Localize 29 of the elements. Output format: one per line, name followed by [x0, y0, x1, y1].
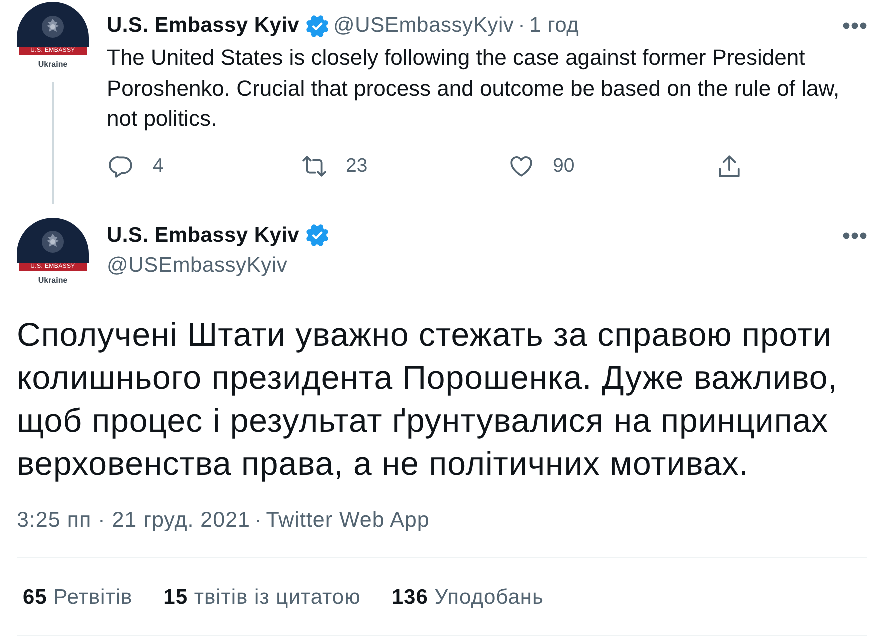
- more-icon: [843, 232, 867, 240]
- tweet-time[interactable]: 1 год: [530, 13, 580, 39]
- separator: ·: [254, 508, 262, 532]
- heart-icon: [509, 154, 534, 179]
- source-link[interactable]: Twitter Web App: [266, 508, 430, 532]
- author-name[interactable]: U.S. Embassy Kyiv: [107, 13, 300, 39]
- stat-link[interactable]: 136 Уподобань: [392, 584, 544, 610]
- seal-icon: [41, 14, 65, 38]
- more-options-button[interactable]: [843, 22, 867, 30]
- more-icon: [843, 22, 867, 30]
- reply-button[interactable]: 4: [107, 152, 164, 182]
- tweet-text: Сполучені Штати уважно стежать за справою проти колишнього президента Порошенка. Дуже важливо, щоб процес і результат ґрунтувалися на принципах верховенства права, а не політичних мотивах.: [17, 314, 839, 484]
- author-handle[interactable]: @USEmbassyKyiv: [107, 252, 334, 278]
- seal-icon: [41, 230, 65, 254]
- tweet-text: The United States is closely following the case against former President Poroshenko. Crucial that process and outcome be based on the rule of law, not politics.: [107, 44, 841, 133]
- retweet-icon: [302, 154, 327, 179]
- reply-icon: [109, 154, 134, 179]
- separator: ·: [518, 13, 526, 39]
- author-handle[interactable]: @USEmbassyKyiv: [334, 13, 514, 39]
- timestamp-link[interactable]: 3:25 пп · 21 груд. 2021: [17, 508, 251, 532]
- share-icon: [717, 154, 742, 179]
- stat-link[interactable]: 15 твітів із цитатою: [164, 584, 361, 610]
- heart-button[interactable]: 90: [507, 152, 575, 182]
- logo-caption: Ukraine: [38, 59, 68, 71]
- stat-link[interactable]: 65 Ретвітів: [23, 584, 133, 610]
- logo-caption: Ukraine: [38, 274, 68, 286]
- retweet-button[interactable]: 23: [300, 152, 368, 182]
- more-options-button[interactable]: [843, 232, 867, 240]
- author-name[interactable]: U.S. Embassy Kyiv: [107, 222, 300, 248]
